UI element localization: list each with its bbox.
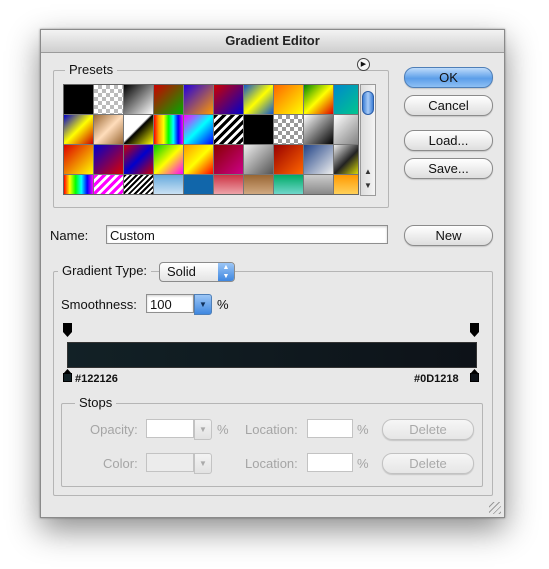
preset-swatch[interactable] [94,115,123,144]
preset-swatch[interactable] [244,175,273,194]
preset-swatch[interactable] [304,85,333,114]
preset-swatch[interactable] [154,85,183,114]
gradient-preview-bar[interactable] [67,342,477,368]
smoothness-dropdown-icon[interactable]: ▼ [194,294,212,315]
cancel-button[interactable]: Cancel [404,95,493,116]
smoothness-input[interactable]: 100 [146,294,194,313]
color-label: Color: [103,456,138,471]
opacity-location-label: Location: [245,422,298,437]
preset-swatch[interactable] [334,175,358,194]
stops-label: Stops [75,395,117,410]
preset-swatch[interactable] [184,145,213,174]
preset-swatch[interactable] [214,115,243,144]
presets-scrollbar[interactable]: ▲ ▼ [360,84,376,196]
opacity-input[interactable] [146,419,194,438]
gradient-type-select[interactable]: Solid ▲ ▼ [159,262,235,282]
color-stop-left-icon[interactable] [63,369,72,382]
color-dropdown-icon[interactable]: ▼ [194,453,212,474]
preset-swatch[interactable] [334,85,358,114]
color-swatch-field[interactable] [146,453,194,472]
preset-swatch[interactable] [184,175,213,194]
preset-swatch[interactable] [244,115,273,144]
opacity-dropdown-icon[interactable]: ▼ [194,419,212,440]
preset-swatch[interactable] [274,145,303,174]
start-color-hex: #122126 [75,373,118,385]
smoothness-label: Smoothness: [61,297,137,312]
opacity-label: Opacity: [90,422,138,437]
preset-swatch[interactable] [274,175,303,194]
preset-swatch[interactable] [94,145,123,174]
select-arrows-icon: ▲ ▼ [218,263,234,281]
preset-swatch[interactable] [304,115,333,144]
opacity-unit: % [217,422,229,437]
window-title: Gradient Editor [41,30,504,53]
name-input[interactable]: Custom [106,225,388,244]
preset-swatch[interactable] [274,85,303,114]
resize-grip-icon[interactable] [489,502,501,514]
end-color-hex: #0D1218 [414,373,459,385]
preset-swatch[interactable] [214,145,243,174]
preset-swatch[interactable] [64,115,93,144]
scroll-up-arrow-icon[interactable]: ▲ [361,165,375,179]
preset-swatch[interactable] [124,175,153,194]
preset-swatch[interactable] [124,115,153,144]
preset-swatch[interactable] [214,85,243,114]
new-button[interactable]: New [404,225,493,246]
preset-swatch[interactable] [64,175,93,194]
smoothness-unit: % [217,297,229,312]
preset-swatch[interactable] [184,85,213,114]
preset-swatch[interactable] [124,145,153,174]
delete-color-stop-button[interactable]: Delete [382,453,474,474]
preset-swatch[interactable] [274,115,303,144]
preset-swatch[interactable] [304,145,333,174]
preset-swatch[interactable] [244,145,273,174]
color-location-unit: % [357,456,369,471]
preset-swatch[interactable] [94,85,123,114]
preset-swatch[interactable] [154,115,183,144]
preset-swatch[interactable] [304,175,333,194]
preset-swatch[interactable] [154,145,183,174]
color-location-input[interactable] [307,453,353,472]
opacity-stop-left-icon[interactable] [63,323,72,337]
preset-swatch[interactable] [94,175,123,194]
load-button[interactable]: Load... [404,130,493,151]
preset-swatch[interactable] [334,145,358,174]
presets-label: Presets [65,62,118,77]
scroll-down-arrow-icon[interactable]: ▼ [361,179,375,193]
preset-swatch[interactable] [244,85,273,114]
preset-swatch[interactable] [214,175,243,194]
ok-button[interactable]: OK [404,67,493,88]
presets-grid [63,84,359,195]
opacity-stop-right-icon[interactable] [470,323,479,337]
gradient-type-label: Gradient Type: [58,263,152,278]
preset-swatch[interactable] [184,115,213,144]
name-label: Name: [50,228,89,243]
delete-opacity-stop-button[interactable]: Delete [382,419,474,440]
stops-group [61,403,483,487]
preset-swatch[interactable] [334,115,358,144]
preset-swatch[interactable] [154,175,183,194]
gradient-type-value: Solid [167,264,196,279]
save-button[interactable]: Save... [404,158,493,179]
opacity-location-input[interactable] [307,419,353,438]
opacity-location-unit: % [357,422,369,437]
color-stop-right-icon[interactable] [470,369,479,382]
preset-swatch[interactable] [124,85,153,114]
scrollbar-thumb[interactable] [362,91,374,115]
play-circle-icon[interactable]: ▶ [357,58,370,71]
preset-swatch[interactable] [64,145,93,174]
color-location-label: Location: [245,456,298,471]
preset-swatch[interactable] [64,85,93,114]
